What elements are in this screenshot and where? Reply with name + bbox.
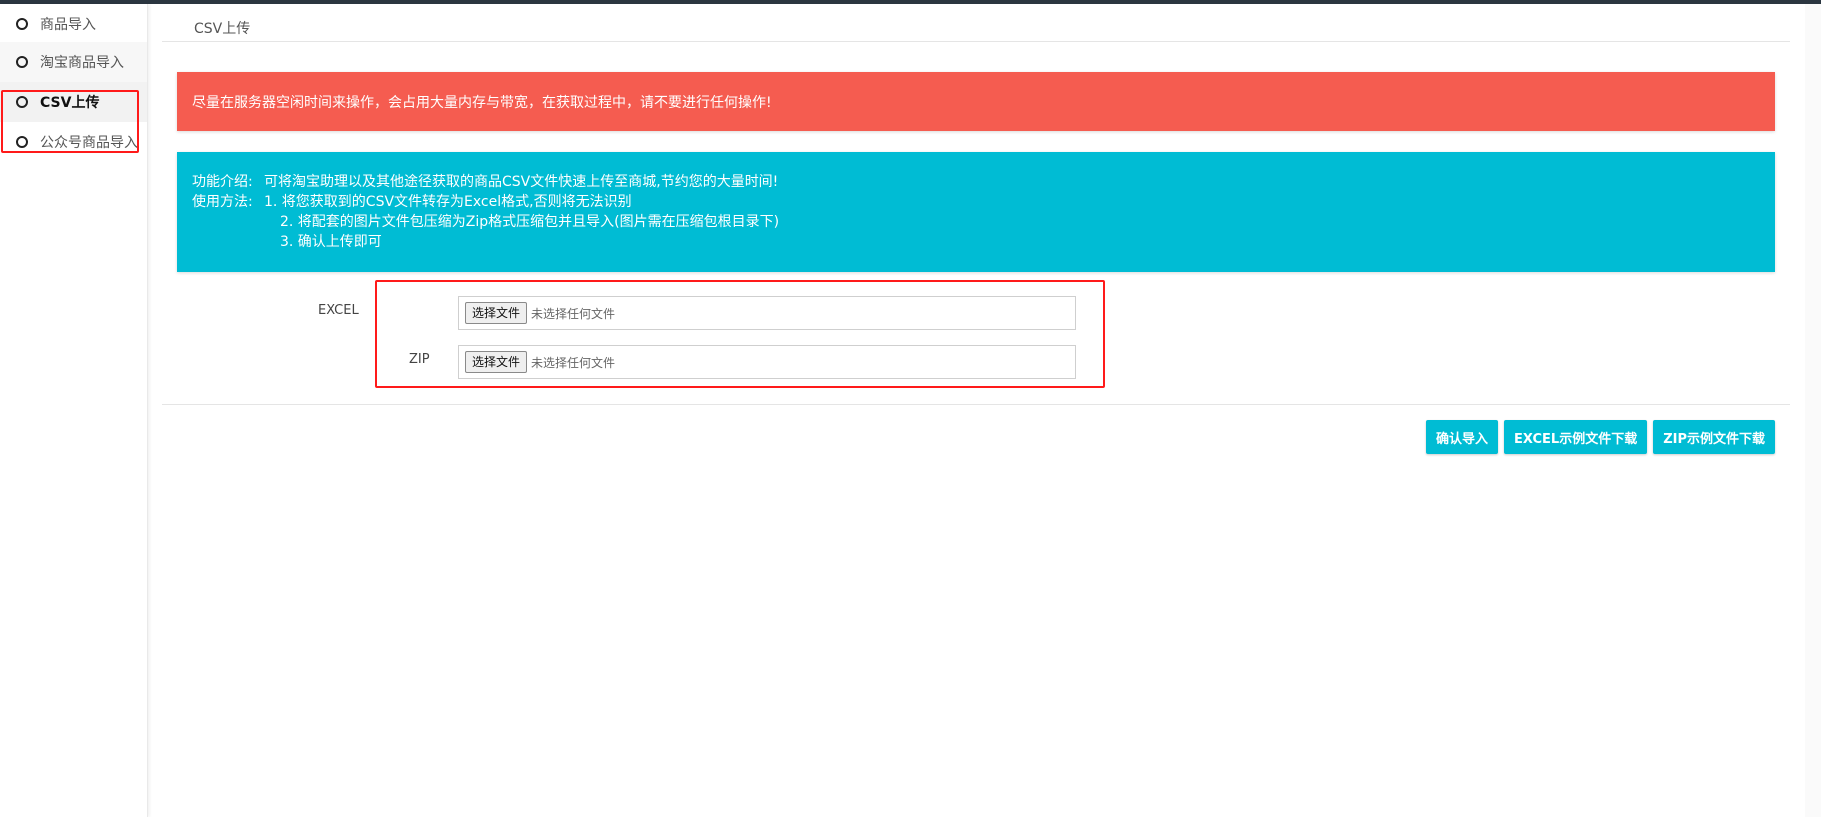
action-bar: 确认导入 EXCEL示例文件下载 ZIP示例文件下载 xyxy=(1426,420,1775,454)
usage-row: 使用方法: 1. 将您获取到的CSV文件转存为Excel格式,否则将无法识别 xyxy=(192,192,1760,212)
usage-step: 1. 将您获取到的CSV文件转存为Excel格式,否则将无法识别 xyxy=(264,194,632,210)
page-title: CSV上传 xyxy=(194,21,251,37)
excel-sample-download-button[interactable]: EXCEL示例文件下载 xyxy=(1504,420,1648,454)
scrollbar[interactable] xyxy=(1805,4,1821,817)
usage-label: 使用方法: xyxy=(192,194,253,210)
confirm-import-button[interactable]: 确认导入 xyxy=(1426,420,1499,454)
excel-file-input[interactable]: 选择文件 未选择任何文件 xyxy=(458,296,1076,330)
zip-upload-row: ZIP 选择文件 未选择任何文件 xyxy=(162,345,1790,379)
sidebar-item-label: CSV上传 xyxy=(40,95,100,111)
circle-icon xyxy=(16,136,28,148)
sidebar-item-product-import[interactable]: 商品导入 xyxy=(0,4,147,44)
intro-label: 功能介绍: xyxy=(192,174,253,190)
circle-icon xyxy=(16,96,28,108)
warning-alert: 尽量在服务器空闲时间来操作，会占用大量内存与带宽，在获取过程中，请不要进行任何操… xyxy=(177,72,1775,131)
sidebar-item-label: 淘宝商品导入 xyxy=(40,55,124,71)
intro-row: 功能介绍: 可将淘宝助理以及其他途径获取的商品CSV文件快速上传至商城,节约您的… xyxy=(192,172,1760,192)
usage-step: 3. 确认上传即可 xyxy=(280,234,382,250)
zip-file-status: 未选择任何文件 xyxy=(531,355,616,370)
usage-step: 2. 将配套的图片文件包压缩为Zip格式压缩包并且导入(图片需在压缩包根目录下) xyxy=(280,214,780,230)
excel-file-status: 未选择任何文件 xyxy=(531,306,616,321)
sidebar-item-label: 公众号商品导入 xyxy=(40,135,138,151)
excel-upload-row: EXCEL 选择文件 未选择任何文件 xyxy=(162,296,1790,330)
sidebar: 商品导入 淘宝商品导入 CSV上传 公众号商品导入 xyxy=(0,4,148,817)
circle-icon xyxy=(16,18,28,30)
sidebar-item-wechat-import[interactable]: 公众号商品导入 xyxy=(0,122,147,162)
upload-form: EXCEL 选择文件 未选择任何文件 ZIP 选择文件 未选择任何文件 xyxy=(162,284,1790,404)
zip-label: ZIP xyxy=(409,352,430,367)
sidebar-item-csv-upload[interactable]: CSV上传 xyxy=(0,82,147,122)
zip-choose-file-button[interactable]: 选择文件 xyxy=(465,351,528,373)
excel-label: EXCEL xyxy=(318,303,359,318)
circle-icon xyxy=(16,56,28,68)
sidebar-item-label: 商品导入 xyxy=(40,17,96,33)
zip-sample-download-button[interactable]: ZIP示例文件下载 xyxy=(1653,420,1775,454)
zip-file-input[interactable]: 选择文件 未选择任何文件 xyxy=(458,345,1076,379)
divider xyxy=(162,41,1790,42)
sidebar-item-taobao-import[interactable]: 淘宝商品导入 xyxy=(0,42,147,82)
excel-choose-file-button[interactable]: 选择文件 xyxy=(465,302,528,324)
intro-text: 可将淘宝助理以及其他途径获取的商品CSV文件快速上传至商城,节约您的大量时间! xyxy=(264,174,779,190)
info-alert: 功能介绍: 可将淘宝助理以及其他途径获取的商品CSV文件快速上传至商城,节约您的… xyxy=(177,152,1775,272)
main-content: CSV上传 尽量在服务器空闲时间来操作，会占用大量内存与带宽，在获取过程中，请不… xyxy=(162,4,1790,817)
divider xyxy=(162,404,1790,405)
warning-text: 尽量在服务器空闲时间来操作，会占用大量内存与带宽，在获取过程中，请不要进行任何操… xyxy=(192,94,772,111)
